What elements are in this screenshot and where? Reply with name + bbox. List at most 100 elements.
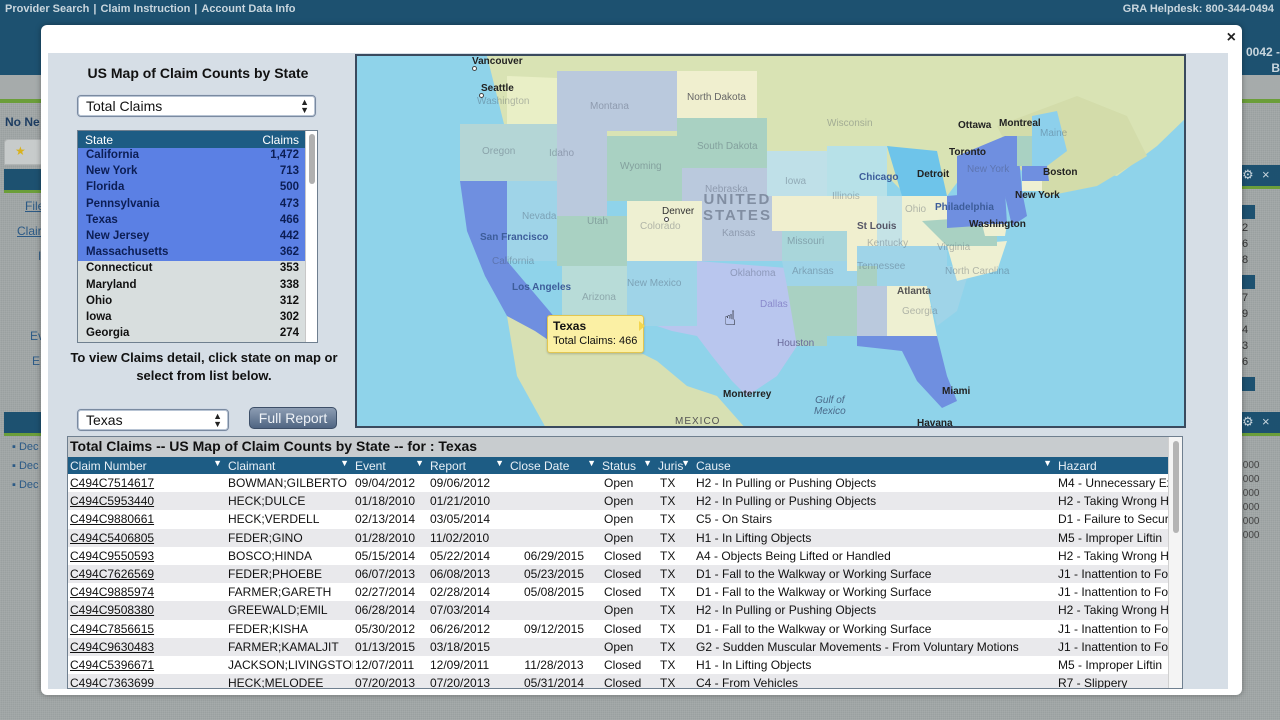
claim-number-link[interactable]: C494C9630483 [68, 637, 226, 656]
state-select[interactable]: Texas ▲ ▼ [77, 409, 229, 431]
cell-status: Open [600, 492, 656, 511]
country-label-mexico: MEXICO [675, 416, 721, 427]
claim-number-link[interactable]: C494C5406805 [68, 528, 226, 547]
close-icon[interactable]: × [1262, 167, 1270, 182]
cell-cause: D1 - Fall to the Walkway or Working Surf… [696, 585, 932, 600]
state-list-row[interactable]: Pennsylvania 473 [78, 196, 306, 213]
state-list-row[interactable]: Ohio 312 [78, 294, 306, 310]
claim-number-link[interactable]: C494C7363699 [68, 674, 226, 688]
column-header-hazard[interactable]: Hazard [1056, 457, 1168, 474]
gear-icon[interactable]: ⚙ [1242, 167, 1254, 183]
bg-number: 4 [1242, 324, 1249, 336]
state-label: Washington [477, 96, 530, 107]
claim-row[interactable]: C494C5953440 HECK;DULCE 01/18/2010 01/21/20… [68, 492, 1168, 511]
column-header-report[interactable]: Report ▼ [428, 457, 508, 474]
claim-row[interactable]: C494C5396671 JACKSON;LIVINGSTON 12/07/2011… [68, 656, 1168, 674]
cell-claimant: FEDER;GINO [226, 528, 353, 547]
claim-number-link[interactable]: C494C7514617 [68, 474, 226, 492]
scrollbar-thumb[interactable] [1173, 441, 1179, 533]
cell-report: 01/21/2010 [428, 492, 508, 511]
claim-number-link[interactable]: C494C7856615 [68, 620, 226, 638]
state-list-row[interactable]: New Jersey 442 [78, 228, 306, 246]
metric-select[interactable]: Total Claims ▲ ▼ [77, 95, 316, 117]
cell-event: 02/27/2014 [355, 585, 416, 600]
state-rows: California 1,472 New York 713 Florida 500 Penn… [78, 148, 317, 342]
state-list-row[interactable]: Connecticut 353 [78, 261, 306, 277]
state-alabama[interactable] [857, 286, 887, 336]
cell-claimant: HECK;VERDELL [228, 512, 320, 527]
bg-date-item[interactable]: ▪ Dec [12, 479, 39, 491]
favorites-tab[interactable]: ★ [4, 139, 44, 165]
state-list-row[interactable]: Maryland 338 [78, 278, 306, 294]
column-header-claimant[interactable]: Claimant ▼ [226, 457, 353, 474]
bg-label-e: E [32, 354, 41, 368]
cell-claimant: FEDER;KISHA [228, 621, 309, 636]
state-list-row[interactable]: Georgia 274 [78, 326, 306, 342]
bg-date-item[interactable]: ▪ Dec [12, 460, 39, 472]
claim-number-link[interactable]: C494C9880661 [68, 510, 226, 528]
claims-table-scrollbar[interactable] [1168, 437, 1182, 688]
claim-number-link[interactable]: C494C5396671 [68, 656, 226, 674]
bg-link-claim[interactable]: Clair [17, 224, 42, 238]
scrollbar-thumb[interactable] [309, 134, 315, 184]
city-label-toronto: Toronto [949, 147, 987, 158]
sort-dropdown-icon[interactable]: ▼ [495, 458, 504, 468]
cell-event: 01/28/2010 [353, 528, 428, 547]
sort-dropdown-icon[interactable]: ▼ [213, 458, 222, 468]
sort-dropdown-icon[interactable]: ▼ [340, 458, 349, 468]
column-header-cause[interactable]: Cause ▼ [694, 457, 1056, 474]
water-label-gulf: Gulf of Mexico [814, 395, 846, 417]
sort-dropdown-icon[interactable]: ▼ [415, 458, 424, 468]
claim-number-link[interactable]: C494C9508380 [68, 601, 226, 620]
claim-row[interactable]: C494C7626569 FEDER;PHOEBE 06/07/2013 06/08/… [68, 564, 1168, 584]
state-wisconsin[interactable] [827, 146, 887, 196]
sort-dropdown-icon[interactable]: ▼ [681, 458, 690, 468]
column-header-event[interactable]: Event ▼ [353, 457, 428, 474]
nav-link-claim-instruction[interactable]: Claim Instruction [100, 3, 190, 15]
claim-number-link[interactable]: C494C9885974 [68, 583, 226, 601]
gear-icon[interactable]: ⚙ [1242, 414, 1254, 430]
state-list-row[interactable]: Texas 466 [78, 212, 306, 229]
column-header-claim-number[interactable]: Claim Number ▼ [68, 457, 226, 474]
us-claims-map[interactable]: Vancouver Seattle San Francisco Los Ange… [355, 54, 1186, 428]
state-list-row[interactable]: New York 713 [78, 164, 306, 181]
bg-date-item[interactable]: ▪ Dec [12, 441, 39, 453]
close-dialog-button[interactable]: × [1227, 29, 1236, 47]
column-header-status[interactable]: Status ▼ [600, 457, 656, 474]
full-report-button[interactable]: Full Report [249, 407, 337, 429]
state-list-scrollbar[interactable] [305, 131, 317, 342]
claim-row[interactable]: C494C9508380 GREEWALD;EMIL 06/28/2014 07/03… [68, 601, 1168, 620]
state-mississippi[interactable] [827, 286, 857, 336]
state-list-row[interactable]: Massachusetts 362 [78, 245, 306, 262]
claim-row[interactable]: C494C5406805 FEDER;GINO 01/28/2010 11/02/20… [68, 528, 1168, 547]
nav-link-provider-search[interactable]: Provider Search [5, 3, 89, 15]
close-icon[interactable]: × [1262, 414, 1270, 429]
state-list-row[interactable]: Florida 500 [78, 180, 306, 197]
state-florida[interactable] [857, 336, 957, 408]
state-vermont[interactable] [1017, 136, 1032, 166]
claim-number-link[interactable]: C494C5953440 [68, 492, 226, 511]
column-header-close-date[interactable]: Close Date ▼ [508, 457, 600, 474]
nav-link-account-data-info[interactable]: Account Data Info [201, 3, 295, 15]
state-minnesota[interactable] [767, 151, 827, 196]
sort-dropdown-icon[interactable]: ▼ [587, 458, 596, 468]
column-header-juris[interactable]: Juris ▼ [656, 457, 694, 474]
claim-row[interactable]: C494C7363699 HECK;MELODEE 07/20/2013 07/20/… [68, 674, 1168, 688]
claim-row[interactable]: C494C9880661 HECK;VERDELL 02/13/2014 03/05/… [68, 510, 1168, 528]
sort-dropdown-icon[interactable]: ▼ [643, 458, 652, 468]
sort-dropdown-icon[interactable]: ▼ [1043, 458, 1052, 468]
state-list-row[interactable]: Iowa 302 [78, 310, 306, 326]
claim-row[interactable]: C494C9550593 BOSCO;HINDA 05/15/2014 05/22/2… [68, 547, 1168, 565]
state-label: Idaho [549, 148, 575, 159]
claim-number-link[interactable]: C494C7626569 [68, 564, 226, 584]
claim-number-link[interactable]: C494C9550593 [68, 547, 226, 565]
claim-row[interactable]: C494C9885974 FARMER;GARETH 02/27/2014 02/28… [68, 583, 1168, 601]
state-claims-list[interactable]: State Claims California 1,472 New York 713 F… [77, 130, 318, 343]
claim-row[interactable]: C494C7514617 BOWMAN;GILBERTO 09/04/2012 09/… [68, 474, 1168, 492]
state-idaho[interactable] [557, 131, 607, 216]
bg-amount: ,000 [1240, 474, 1260, 485]
metric-select-value: Total Claims [86, 98, 163, 114]
claim-row[interactable]: C494C7856615 FEDER;KISHA 05/30/2012 06/26/2… [68, 620, 1168, 638]
claim-row[interactable]: C494C9630483 FARMER;KAMALJIT 01/13/2015 03/… [68, 637, 1168, 656]
state-list-row[interactable]: California 1,472 [78, 148, 306, 165]
